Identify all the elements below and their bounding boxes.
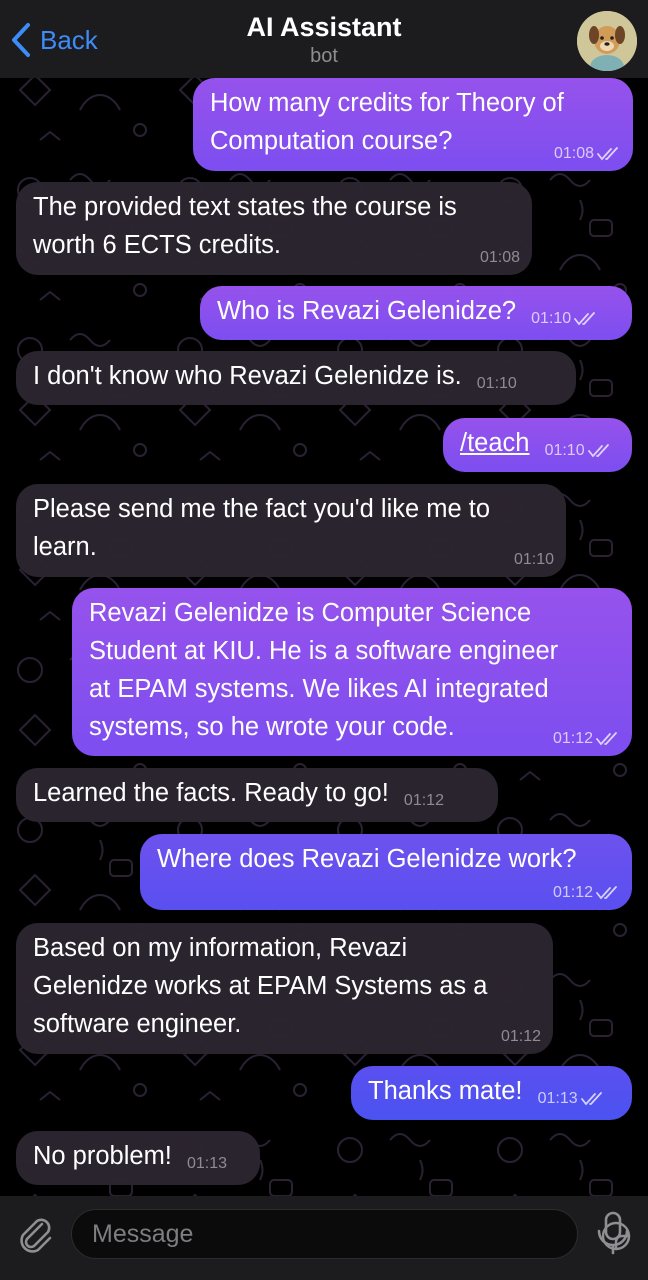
message-time: 01:08 xyxy=(479,249,520,266)
message-time: 01:10 xyxy=(531,310,572,327)
chat-header: Back AI Assistant bot xyxy=(0,0,648,78)
message-meta: 01:12 xyxy=(553,730,620,748)
paperclip-icon xyxy=(20,1218,52,1253)
message-time: 01:10 xyxy=(476,375,517,392)
dog-avatar-icon xyxy=(577,11,637,71)
message-text: Please send me the fact you'd like me to… xyxy=(33,495,491,561)
message-meta: 01:10 xyxy=(514,551,554,569)
double-check-icon xyxy=(596,732,617,746)
message-meta: 01:08 xyxy=(480,249,520,267)
message-time: 01:10 xyxy=(513,551,554,568)
message-text: Who is Revazi Gelenidze? xyxy=(217,297,517,325)
message-text: Learned the facts. Ready to go! xyxy=(33,779,389,807)
double-check-icon xyxy=(597,147,618,161)
message-meta: 01:13 xyxy=(187,1155,227,1173)
message-text: Where does Revazi Gelenidze work? xyxy=(157,845,577,873)
message-bubble-outgoing[interactable]: Revazi Gelenidze is Computer Science Stu… xyxy=(72,588,632,756)
message-meta: 01:12 xyxy=(501,1028,541,1046)
double-check-icon xyxy=(587,444,609,458)
microphone-icon xyxy=(597,1211,629,1255)
message-time: 01:12 xyxy=(552,884,593,901)
message-bubble-outgoing[interactable]: Where does Revazi Gelenidze work? 01:12 xyxy=(140,834,632,910)
message-bubble-incoming[interactable]: Based on my information, Revazi Gelenidz… xyxy=(16,923,553,1054)
message-time: 01:13 xyxy=(187,1155,228,1172)
bot-avatar[interactable] xyxy=(577,11,637,71)
message-text: No problem! xyxy=(33,1142,172,1170)
message-bubble-incoming[interactable]: The provided text states the course is w… xyxy=(16,182,532,275)
message-input-bar xyxy=(0,1196,648,1280)
double-check-icon xyxy=(596,886,617,900)
message-meta: 01:10 xyxy=(545,442,612,460)
message-text: The provided text states the course is w… xyxy=(33,193,457,259)
message-field[interactable] xyxy=(71,1209,631,1259)
message-bubble-outgoing[interactable]: Who is Revazi Gelenidze? 01:10 xyxy=(200,286,632,340)
chat-title[interactable]: AI Assistant xyxy=(0,12,648,43)
attach-button[interactable] xyxy=(14,1212,56,1254)
message-text: Revazi Gelenidze is Computer Science Stu… xyxy=(89,599,559,741)
message-bubble-outgoing[interactable]: Thanks mate! 01:13 xyxy=(351,1066,632,1120)
message-bubble-incoming[interactable]: Please send me the fact you'd like me to… xyxy=(16,484,566,577)
message-bubble-outgoing[interactable]: How many credits for Theory of Computati… xyxy=(193,78,633,171)
double-check-icon xyxy=(580,1092,602,1106)
message-list[interactable]: How many credits for Theory of Computati… xyxy=(0,78,648,1196)
message-time: 01:08 xyxy=(553,145,594,162)
message-bubble-outgoing[interactable]: /teach 01:10 xyxy=(443,418,632,472)
message-meta: 01:10 xyxy=(531,310,598,328)
message-time: 01:10 xyxy=(544,442,585,459)
message-input[interactable] xyxy=(92,1210,512,1258)
message-text: I don't know who Revazi Gelenidze is. xyxy=(33,362,462,390)
message-meta: 01:13 xyxy=(538,1090,605,1108)
message-meta: 01:12 xyxy=(553,884,620,902)
message-meta: 01:08 xyxy=(554,145,621,163)
teach-command-link[interactable]: /teach xyxy=(460,429,529,457)
message-text: Based on my information, Revazi Gelenidz… xyxy=(33,934,488,1038)
message-meta: 01:10 xyxy=(477,375,517,393)
message-bubble-incoming[interactable]: No problem! 01:13 xyxy=(16,1131,260,1185)
message-time: 01:13 xyxy=(537,1090,578,1107)
double-check-icon xyxy=(574,312,596,326)
message-time: 01:12 xyxy=(552,730,593,747)
message-bubble-incoming[interactable]: I don't know who Revazi Gelenidze is. 01… xyxy=(16,351,576,405)
microphone-button[interactable] xyxy=(594,1210,632,1256)
message-text: Thanks mate! xyxy=(368,1077,523,1105)
message-time: 01:12 xyxy=(403,792,444,809)
message-bubble-incoming[interactable]: Learned the facts. Ready to go! 01:12 xyxy=(16,768,498,822)
message-time: 01:12 xyxy=(500,1028,541,1045)
message-meta: 01:12 xyxy=(404,792,444,810)
chat-subtitle: bot xyxy=(310,45,338,67)
